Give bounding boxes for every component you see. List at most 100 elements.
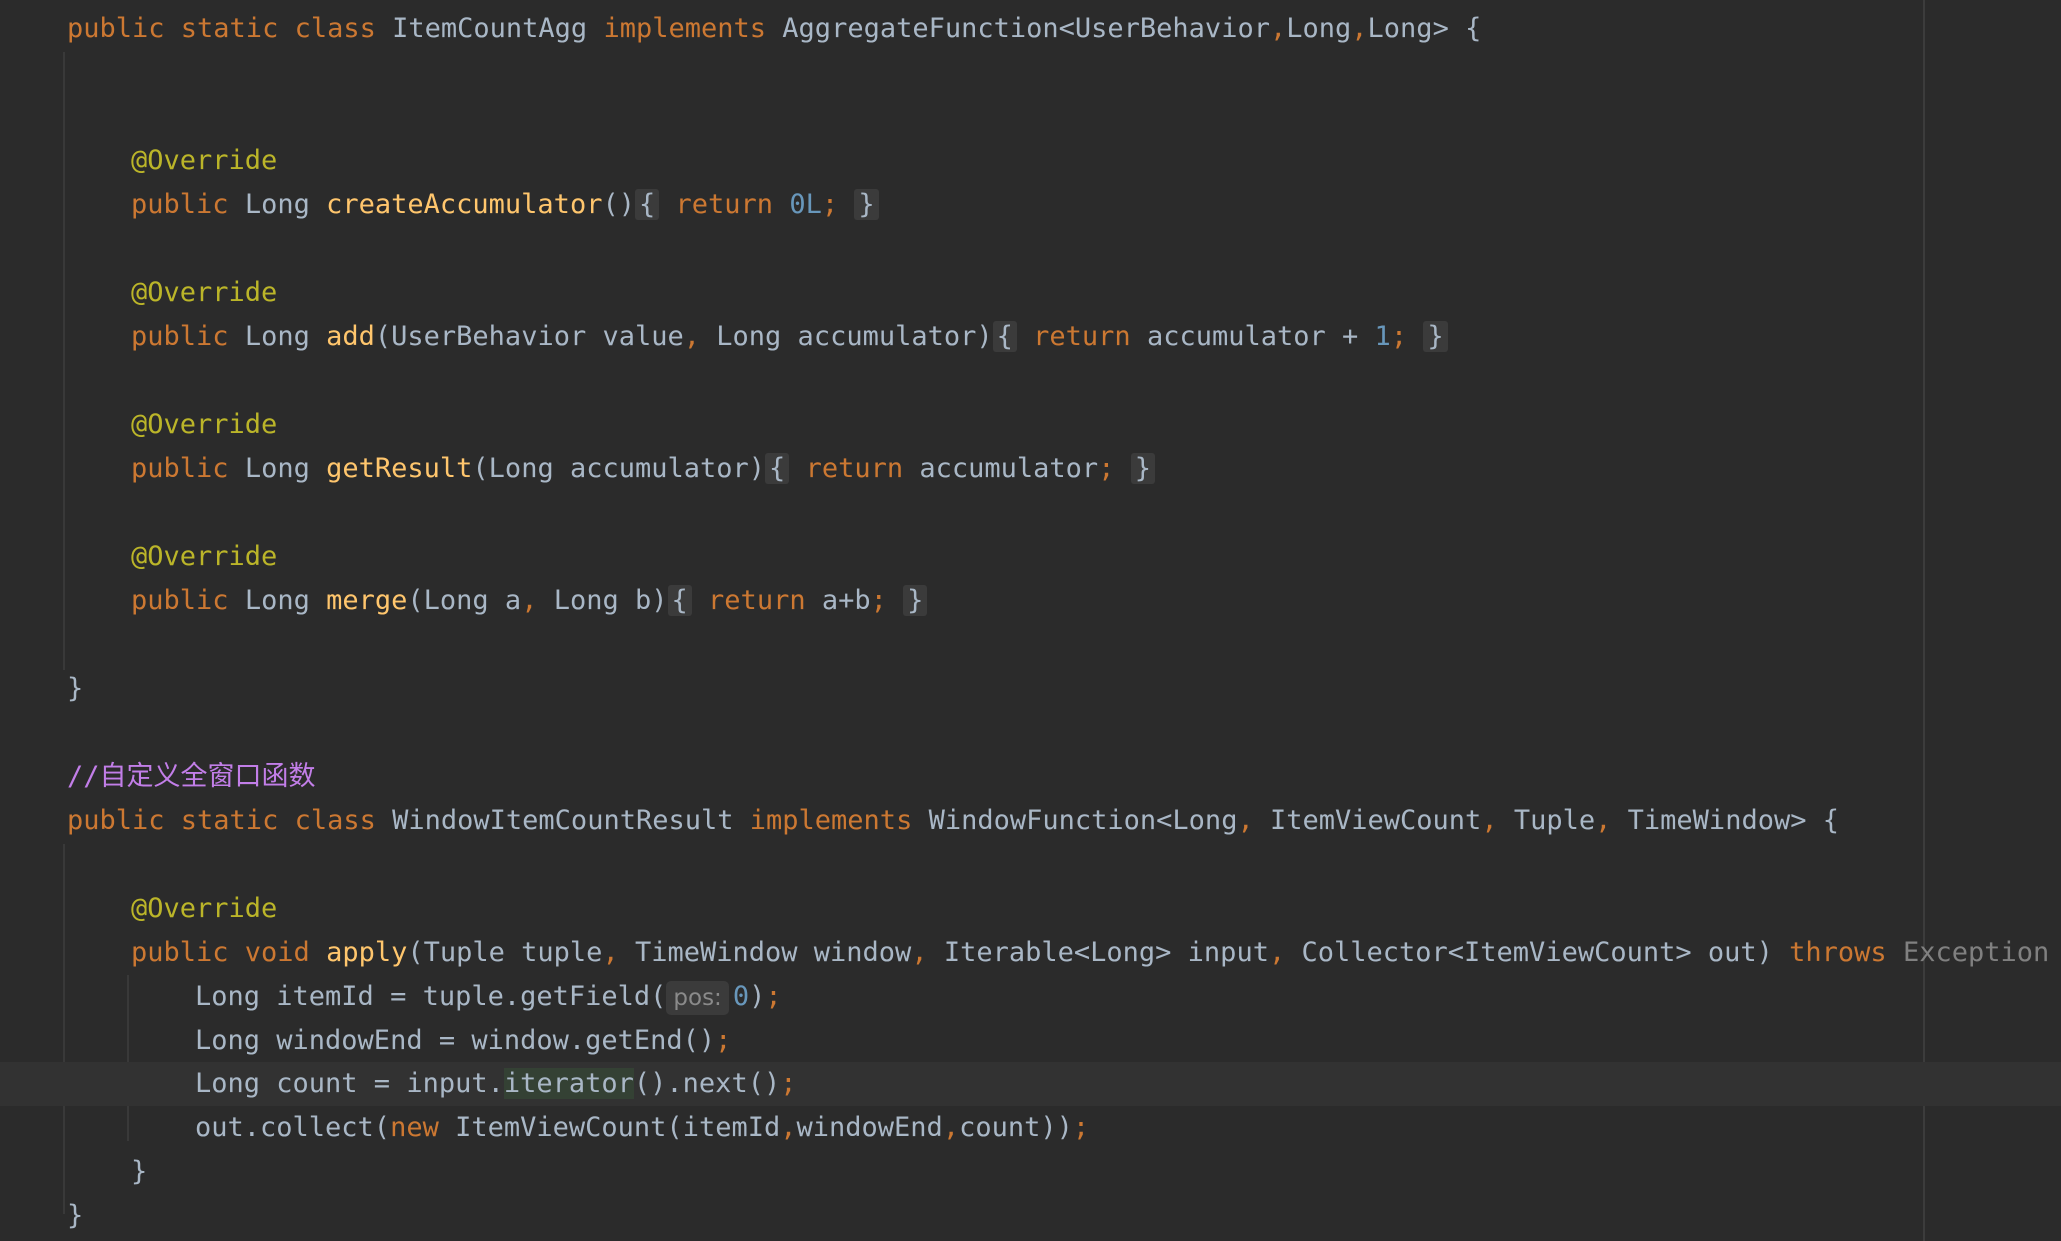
keyword: throws xyxy=(1789,937,1887,968)
argument: windowEnd xyxy=(796,1112,943,1143)
param: (Long a xyxy=(407,585,522,616)
folded-brace[interactable]: { xyxy=(765,453,790,484)
keyword: public static class xyxy=(67,805,376,836)
code-line[interactable]: public Long createAccumulator(){ return … xyxy=(0,183,879,227)
annotation: @Override xyxy=(131,409,278,440)
keyword: public void xyxy=(131,937,310,968)
param: Long b) xyxy=(553,585,668,616)
statement: out.collect( xyxy=(195,1112,391,1143)
folded-brace[interactable]: { xyxy=(634,189,660,220)
folded-brace[interactable]: } xyxy=(903,585,928,616)
number-literal: 0L xyxy=(789,189,822,220)
code-line[interactable]: } xyxy=(0,1150,147,1194)
exception-type: Exception xyxy=(1902,937,2050,968)
param: Iterable<Long> input xyxy=(943,937,1269,968)
number-literal: 1 xyxy=(1374,321,1391,352)
code-line[interactable]: //自定义全窗口函数 xyxy=(0,755,316,799)
params: () xyxy=(602,189,635,220)
close-brace: } xyxy=(67,673,84,704)
folded-brace[interactable]: } xyxy=(854,189,879,220)
supertype: AggregateFunction<UserBehavior xyxy=(782,13,1270,44)
type: Long xyxy=(244,453,310,484)
code-line[interactable]: public Long add(UserBehavior value, Long… xyxy=(0,315,1448,359)
method-name: getResult xyxy=(326,453,473,484)
number-literal: 0 xyxy=(732,981,750,1012)
code-line[interactable]: public Long merge(Long a, Long b){ retur… xyxy=(0,579,928,623)
code-line[interactable]: public static class WindowItemCountResul… xyxy=(0,799,1839,843)
expression: a+b xyxy=(821,585,871,616)
code-line[interactable]: Long windowEnd = window.getEnd(); xyxy=(0,1019,731,1063)
highlighted-symbol[interactable]: iterator xyxy=(503,1068,634,1099)
keyword: return xyxy=(708,585,806,616)
params: (Long accumulator) xyxy=(472,453,766,484)
code-line[interactable]: Long itemId = tuple.getField(pos: 0); xyxy=(0,975,782,1019)
statement: Long windowEnd = window.getEnd() xyxy=(195,1025,716,1056)
annotation: @Override xyxy=(131,145,278,176)
supertype: WindowFunction<Long xyxy=(928,805,1238,836)
type-arg: Tuple xyxy=(1513,805,1596,836)
type: Long xyxy=(244,321,310,352)
close-brace: } xyxy=(67,1200,84,1231)
type: Long xyxy=(244,585,310,616)
indent-guide xyxy=(127,975,129,1141)
keyword: implements xyxy=(603,13,767,44)
type-arg: TimeWindow> { xyxy=(1627,805,1839,836)
code-line[interactable]: @Override xyxy=(0,535,277,579)
right-margin-guide xyxy=(1923,0,1925,1241)
annotation: @Override xyxy=(131,277,278,308)
statement: Long itemId = tuple.getField( xyxy=(195,981,667,1012)
code-line[interactable]: public static class ItemCountAgg impleme… xyxy=(0,7,1481,51)
keyword: public xyxy=(131,453,229,484)
folded-brace[interactable]: } xyxy=(1423,321,1448,352)
keyword: return xyxy=(1033,321,1131,352)
keyword: public static class xyxy=(67,13,376,44)
keyword: public xyxy=(131,189,229,220)
folded-brace[interactable]: } xyxy=(1130,453,1155,484)
expression: accumulator + xyxy=(1146,321,1375,352)
code-line[interactable]: public Long getResult(Long accumulator){… xyxy=(0,447,1155,491)
param: TimeWindow window xyxy=(634,937,912,968)
comment: //自定义全窗口函数 xyxy=(67,761,316,792)
code-line[interactable]: @Override xyxy=(0,887,277,931)
argument: count)) xyxy=(959,1112,1073,1143)
method-name: add xyxy=(326,321,375,352)
type-arg: Long xyxy=(1367,13,1433,44)
code-line[interactable]: out.collect(new ItemViewCount(itemId,win… xyxy=(0,1106,1089,1150)
statement: ItemViewCount(itemId xyxy=(438,1112,781,1143)
code-line[interactable]: @Override xyxy=(0,403,277,447)
type-arg: Long xyxy=(1286,13,1352,44)
class-name: WindowItemCountResult xyxy=(392,805,734,836)
statement: Long count = input. xyxy=(195,1068,504,1099)
keyword: return xyxy=(675,189,774,220)
code-line-current[interactable]: Long count = input.iterator().next(); xyxy=(0,1062,796,1106)
code-line[interactable]: @Override xyxy=(0,271,277,315)
method-name: apply xyxy=(326,937,408,968)
keyword: implements xyxy=(749,805,913,836)
keyword: public xyxy=(131,585,229,616)
method-name: createAccumulator xyxy=(326,189,603,220)
expression: accumulator xyxy=(919,453,1099,484)
folded-brace[interactable]: { xyxy=(667,585,692,616)
type: Long xyxy=(244,189,310,220)
code-line[interactable]: @Override xyxy=(0,139,277,183)
parameter-hint: pos: xyxy=(666,981,729,1015)
keyword: new xyxy=(390,1112,439,1143)
code-line[interactable]: } xyxy=(0,1194,83,1238)
param: Collector<ItemViewCount> out) xyxy=(1301,937,1773,968)
class-name: ItemCountAgg xyxy=(392,13,588,44)
keyword: return xyxy=(805,453,904,484)
param: (Tuple tuple xyxy=(407,937,603,968)
param: (UserBehavior value xyxy=(374,321,684,352)
close-brace: } xyxy=(131,1156,148,1187)
annotation: @Override xyxy=(131,541,278,572)
statement: ) xyxy=(749,981,766,1012)
statement: ().next() xyxy=(633,1068,781,1099)
code-line[interactable]: public void apply(Tuple tuple, TimeWindo… xyxy=(0,931,2049,975)
code-line[interactable]: } xyxy=(0,667,83,711)
code-editor[interactable]: public static class ItemCountAgg impleme… xyxy=(0,0,2061,1241)
method-name: merge xyxy=(326,585,408,616)
param: Long accumulator) xyxy=(716,321,993,352)
type-arg: ItemViewCount xyxy=(1269,805,1482,836)
folded-brace[interactable]: { xyxy=(992,321,1017,352)
keyword: public xyxy=(131,321,229,352)
